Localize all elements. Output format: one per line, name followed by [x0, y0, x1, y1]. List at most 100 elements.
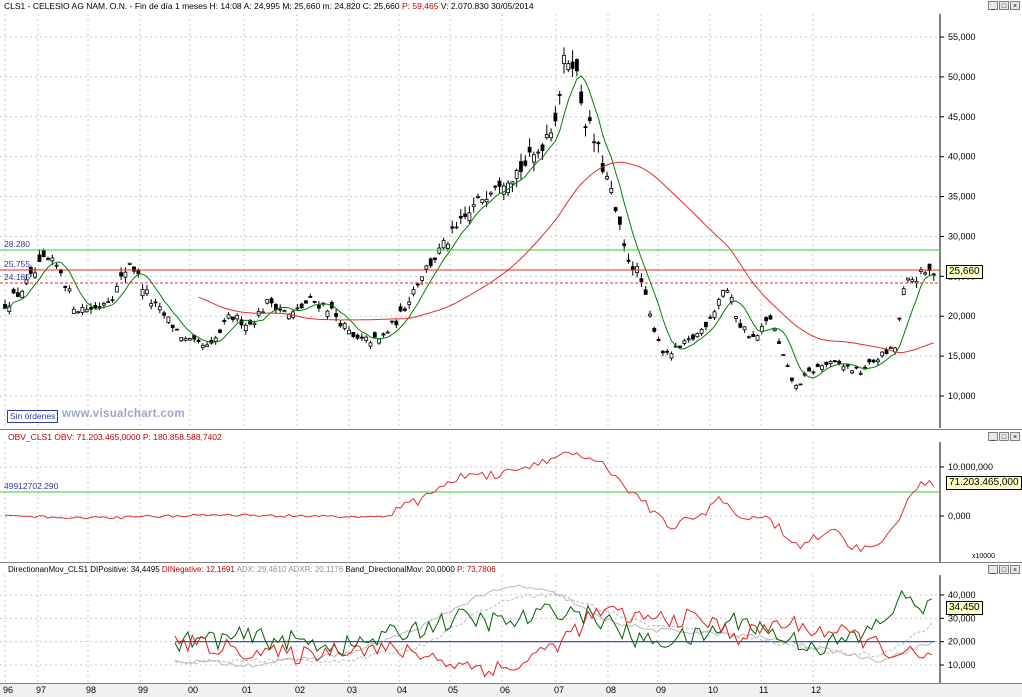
price-candle	[777, 341, 781, 344]
price-candle	[84, 308, 89, 313]
xaxis-year-label: 07	[554, 685, 565, 695]
ytick-label: 30,000	[948, 231, 976, 241]
price-candle	[828, 361, 833, 365]
price-panel: CLS1 - CELESIO AG NAM. O.N. - Fin de día…	[0, 0, 1022, 428]
price-candle	[454, 226, 459, 229]
price-candle	[669, 353, 674, 359]
xaxis-year-label: 03	[347, 685, 358, 695]
price-candle	[106, 301, 111, 303]
price-candle	[596, 142, 601, 145]
price-candle	[549, 132, 553, 139]
price-candle	[824, 361, 829, 366]
price-candle	[665, 350, 670, 353]
price-candle	[579, 91, 584, 104]
sin-ordenes-button[interactable]: Sin órdenes	[7, 410, 59, 423]
price-candle	[15, 292, 20, 297]
price-candle	[553, 112, 558, 122]
price-candle	[463, 213, 468, 217]
price-candle	[41, 250, 46, 258]
price-candle	[742, 326, 747, 331]
price-candle	[682, 340, 687, 344]
price-candle	[747, 336, 751, 339]
price-candle	[721, 290, 725, 297]
price-candle	[764, 317, 768, 322]
price-candle	[725, 290, 730, 293]
price-candle	[76, 311, 80, 314]
price-candle	[695, 333, 700, 337]
di-positive-line	[174, 589, 933, 657]
dm-legend-part: DINegative: 12,1691	[162, 565, 237, 574]
price-candle	[785, 365, 790, 367]
price-candle	[639, 278, 644, 283]
price-candle	[686, 338, 691, 341]
price-candle	[738, 323, 743, 328]
dm-legend-part: P: 73,7806	[457, 565, 496, 574]
price-candle	[562, 54, 566, 64]
price-candle	[510, 181, 515, 185]
price-candle	[377, 338, 382, 344]
xaxis-year-label: 99	[138, 685, 149, 695]
price-candle	[691, 334, 695, 340]
price-candle	[652, 327, 657, 332]
price-candle	[385, 331, 390, 334]
price-candle	[162, 312, 167, 316]
price-candle	[437, 247, 442, 254]
price-candle	[772, 328, 777, 332]
price-candle	[411, 289, 416, 295]
price-candle	[433, 257, 437, 260]
price-candle	[841, 365, 846, 371]
price-candle	[252, 322, 257, 326]
price-candle	[372, 332, 377, 338]
price-candle	[424, 265, 429, 270]
price-candle	[123, 271, 128, 278]
price-candle	[428, 258, 433, 267]
price-chart: 55,00050,00045,00040,00035,00030,00025,0…	[0, 14, 976, 428]
obv-chart: OBV_CLS1 OBV: 71.203.465,0000 P: 180.858…	[0, 432, 995, 562]
price-candle	[497, 180, 502, 187]
price-candle	[402, 308, 407, 311]
price-candle	[807, 367, 811, 372]
obv-last-tag: 71.203.465,000	[946, 476, 1022, 490]
price-candle	[54, 264, 59, 267]
price-candle	[544, 134, 549, 138]
price-candle	[488, 192, 493, 195]
price-candle	[570, 61, 575, 69]
price-candle	[755, 335, 760, 341]
ytick-label: 40,000	[948, 590, 976, 600]
price-candle	[200, 344, 205, 349]
price-candle	[493, 185, 498, 188]
price-candle	[781, 354, 786, 356]
dm-legend-part: ADXR: 20,1176	[288, 565, 345, 574]
xaxis-year-label: 97	[36, 685, 47, 695]
price-candle	[394, 320, 399, 326]
price-candle	[230, 316, 235, 320]
xaxis-year-label: 00	[188, 685, 199, 695]
ytick-label: 45,000	[948, 112, 976, 122]
price-candle	[213, 337, 218, 342]
price-candle	[11, 289, 16, 294]
price-candle	[445, 243, 450, 249]
dm-chart: DirectionanMov_CLS1 DIPositive: 34,4495 …	[0, 565, 976, 684]
xaxis-year-label: 06	[500, 685, 511, 695]
price-candle	[790, 377, 794, 381]
price-candle	[888, 346, 893, 350]
price-candle	[67, 288, 72, 292]
xaxis-year-label: 02	[295, 685, 306, 695]
price-candle	[480, 199, 485, 204]
price-candle	[678, 345, 682, 348]
price-candle	[368, 342, 373, 347]
price-candle	[871, 359, 876, 363]
time-axis[interactable]: 96 97 98 99 00 01 02 03 04 05 06 07 08 09 10 11 12	[0, 683, 1022, 697]
price-candle	[110, 299, 115, 301]
price-candle	[712, 311, 717, 318]
price-candle	[50, 257, 55, 262]
price-candle	[897, 317, 902, 320]
price-candle	[441, 239, 446, 249]
price-candle	[768, 315, 773, 320]
price-candle	[811, 371, 816, 374]
xaxis-year-label: 05	[448, 685, 459, 695]
price-candle	[20, 290, 25, 298]
price-candle	[880, 351, 885, 357]
price-candle	[605, 176, 609, 180]
watermark: www.visualchart.com	[62, 408, 185, 420]
